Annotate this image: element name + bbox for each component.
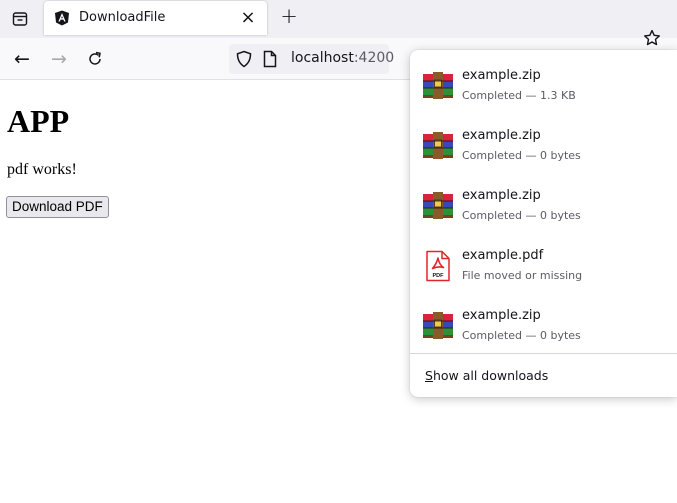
download-item[interactable]: example.zip Completed — 1.3 KB [410,50,677,110]
download-filename: example.zip [462,188,541,203]
page-heading: APP [7,103,70,139]
pdf-file-icon: PDF [426,250,450,282]
star-outline-icon [644,29,660,46]
reload-icon[interactable] [82,46,108,72]
show-all-downloads-label: Show all downloads [425,368,549,383]
web-page-content: APP pdf works! Download PDF [0,81,410,503]
downloads-panel: example.zip Completed — 1.3 KB example.z… [410,50,677,397]
tab-title: DownloadFile [79,10,166,25]
url-host: localhost [291,50,354,66]
url-bar[interactable]: localhost:4200 [229,44,394,74]
tracking-protection-shield-icon[interactable] [235,50,253,68]
svg-text:PDF: PDF [433,273,445,279]
zip-archive-icon [423,192,453,219]
download-item[interactable]: example.zip Completed — 0 bytes [410,290,677,350]
new-tab-icon[interactable]: + [278,4,300,28]
download-status: Completed — 0 bytes [462,329,581,342]
tab-strip: DownloadFile × + [0,0,677,38]
download-filename: example.zip [462,128,541,143]
tab-downloadfile[interactable]: DownloadFile × [44,1,267,35]
zip-archive-icon [423,312,453,339]
zip-archive-icon [423,72,453,99]
list-all-tabs-button[interactable] [0,0,40,38]
tab-list-icon [12,12,28,26]
download-item[interactable]: PDF example.pdf File moved or missing [410,230,677,290]
download-filename: example.zip [462,308,541,323]
download-item[interactable]: example.zip Completed — 0 bytes [410,170,677,230]
angular-logo-icon [55,10,69,26]
url-port: :4200 [353,50,395,66]
zip-archive-icon [423,132,453,159]
download-status: Completed — 0 bytes [462,209,581,222]
download-status: Completed — 0 bytes [462,149,581,162]
page-info-icon[interactable] [262,50,278,68]
download-status: File moved or missing [462,269,583,282]
download-item[interactable]: example.zip Completed — 0 bytes [410,110,677,170]
download-status: Completed — 1.3 KB [462,89,576,102]
download-pdf-button[interactable]: Download PDF [6,196,109,218]
reload-arrow-icon [89,51,101,65]
url-text[interactable]: localhost:4200 [291,50,394,66]
show-all-downloads-button[interactable]: Show all downloads [410,354,677,397]
back-arrow-icon[interactable]: ← [9,46,35,72]
download-filename: example.zip [462,68,541,83]
download-filename: example.pdf [462,248,544,263]
bookmark-star-icon[interactable] [640,26,664,50]
forward-arrow-icon[interactable]: → [46,46,72,72]
page-text: pdf works! [7,161,77,178]
close-tab-icon[interactable]: × [237,6,259,28]
